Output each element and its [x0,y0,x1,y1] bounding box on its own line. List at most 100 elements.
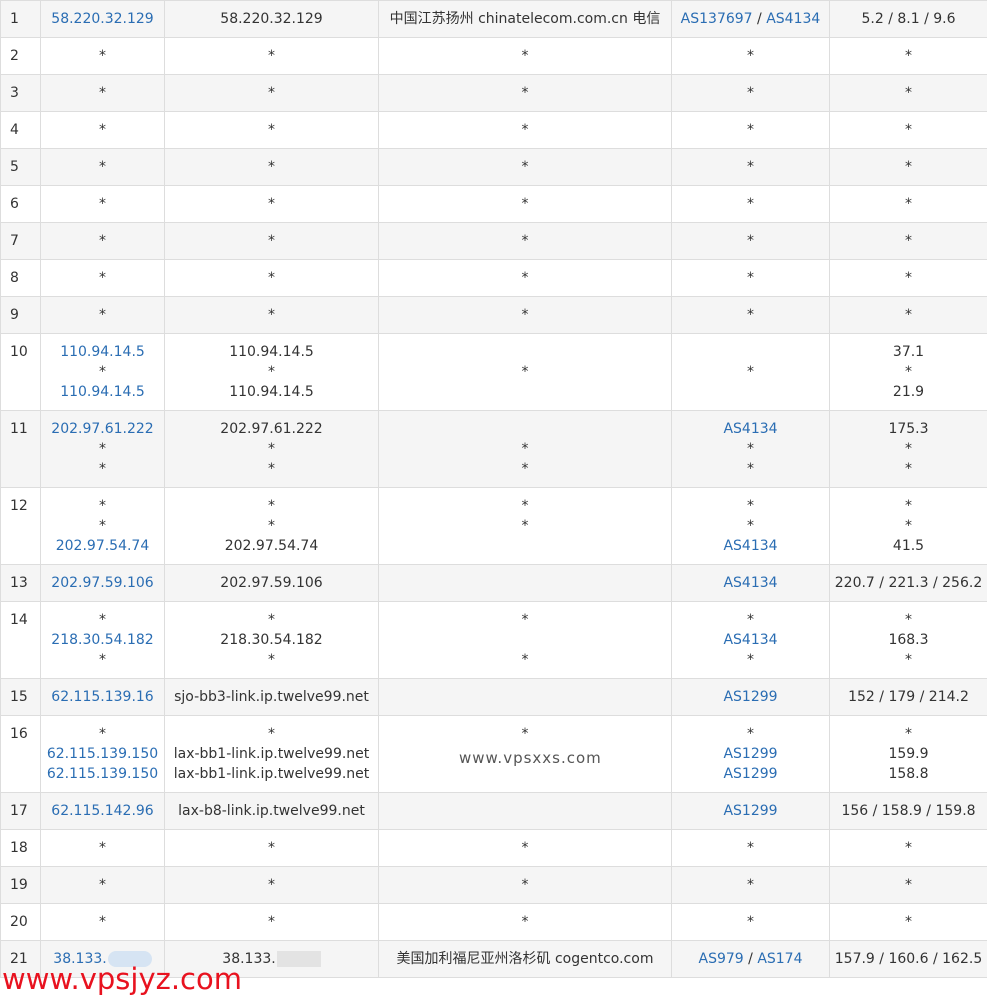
latency-value: * [905,914,912,930]
hop-number: 6 [10,196,19,212]
as-cell: * [671,222,830,260]
as-link[interactable]: AS1299 [723,803,777,819]
as-value: * [747,233,754,249]
as-line: * [672,496,829,516]
as-line [672,382,829,402]
ip-line: * [41,650,164,670]
location-value: * [521,652,529,668]
as-link[interactable]: AS174 [757,951,802,967]
as-link[interactable]: AS4134 [766,11,820,27]
as-value: * [747,270,754,286]
as-line: AS979 / AS174 [672,949,829,969]
location-value: * [521,518,529,534]
latency-line: 168.3 [830,630,987,650]
ip-cell: * [40,829,165,867]
table-row: 19 * * * * * [0,866,987,904]
hop-number: 12 [10,498,28,514]
location-cell: 美国加利福尼亚州洛杉矶 cogentco.com [378,940,672,978]
latency-value: * [905,498,912,514]
ip-link[interactable]: 58.220.32.129 [51,11,153,27]
hostname-value: * [268,612,275,628]
table-row: 2 * * * * * [0,37,987,75]
latency-value: * [905,441,912,457]
ip-link[interactable]: 110.94.14.5 [60,344,145,360]
as-link[interactable]: AS137697 [681,11,753,27]
hostname-value: * [268,441,275,457]
hostname-line: * [165,268,378,288]
ip-line: * [41,838,164,858]
as-line: * [672,875,829,895]
location-cell [378,678,672,716]
location-value: * [521,85,529,101]
table-row: 17 62.115.142.96 lax-b8-link.ip.twelve99.n… [0,792,987,830]
ip-link[interactable]: 202.97.61.222 [51,421,153,437]
location-cell [378,564,672,602]
location-line [379,382,671,402]
location-line [379,419,671,439]
as-value: * [747,196,754,212]
location-value: * [521,159,529,175]
traceroute-table: 1 58.220.32.129 58.220.32.129 中国江苏扬州 chinat… [0,0,987,978]
as-link[interactable]: AS4134 [723,538,777,554]
location-line: * [379,650,671,670]
location-line: * [379,231,671,251]
ip-value: * [99,159,106,175]
hop-number-cell: 16 [0,715,41,793]
redacted-mask [276,951,321,967]
hostname-line: 218.30.54.182 [165,630,378,650]
ip-link[interactable]: 62.115.139.16 [51,689,153,705]
as-cell: * [671,903,830,941]
location-line: * [379,157,671,177]
location-line [379,536,671,556]
as-line: * [672,194,829,214]
latency-cell: * [829,148,987,186]
ip-value: * [99,270,106,286]
ip-link[interactable]: 110.94.14.5 [60,384,145,400]
as-line: AS137697 / AS4134 [672,9,829,29]
latency-line: * [830,362,987,382]
as-link[interactable]: AS1299 [723,746,777,762]
table-row: 6 * * * * * [0,185,987,223]
ip-value: * [99,518,106,534]
as-link[interactable]: AS4134 [723,632,777,648]
ip-line: * [41,516,164,536]
ip-link[interactable]: 62.115.139.150 [47,746,158,762]
as-value: * [747,307,754,323]
hop-number: 15 [10,689,28,705]
table-row: 13 202.97.59.106 202.97.59.106 AS4134 220.7 … [0,564,987,602]
location-value: * [521,441,529,457]
latency-value: 157.9 / 160.6 / 162.5 [834,951,983,967]
hop-number-cell: 15 [0,678,41,716]
as-line: * [672,912,829,932]
as-cell: * * AS4134 [671,487,830,565]
ip-link[interactable]: 202.97.54.74 [56,538,150,554]
latency-cell: * * 41.5 [829,487,987,565]
as-line [672,342,829,362]
hostname-value: * [268,48,275,64]
location-line: * [379,120,671,140]
hostname-cell: * 218.30.54.182 * [164,601,379,679]
as-link[interactable]: AS4134 [723,575,777,591]
hostname-line: 110.94.14.5 [165,342,378,362]
hop-number: 7 [10,233,19,249]
hostname-value: * [268,840,275,856]
hostname-cell: * [164,111,379,149]
ip-link[interactable]: 218.30.54.182 [51,632,153,648]
ip-link[interactable]: 62.115.142.96 [51,803,153,819]
ip-line: 202.97.59.106 [41,573,164,593]
ip-cell: * 62.115.139.150 62.115.139.150 [40,715,165,793]
table-row: 10 110.94.14.5 * 110.94.14.5 110.94.14.5 * 110… [0,333,987,411]
hop-number-cell: 13 [0,564,41,602]
table-row: 9 * * * * * [0,296,987,334]
location-line [379,342,671,362]
ip-link[interactable]: 202.97.59.106 [51,575,153,591]
as-link[interactable]: AS1299 [723,766,777,782]
latency-cell: 5.2 / 8.1 / 9.6 [829,0,987,38]
as-link[interactable]: AS4134 [723,421,777,437]
latency-line: 159.9 [830,744,987,764]
hostname-value: * [268,518,275,534]
as-link[interactable]: AS979 [699,951,744,967]
ip-link[interactable]: 62.115.139.150 [47,766,158,782]
as-link[interactable]: AS1299 [723,689,777,705]
latency-value: * [905,159,912,175]
